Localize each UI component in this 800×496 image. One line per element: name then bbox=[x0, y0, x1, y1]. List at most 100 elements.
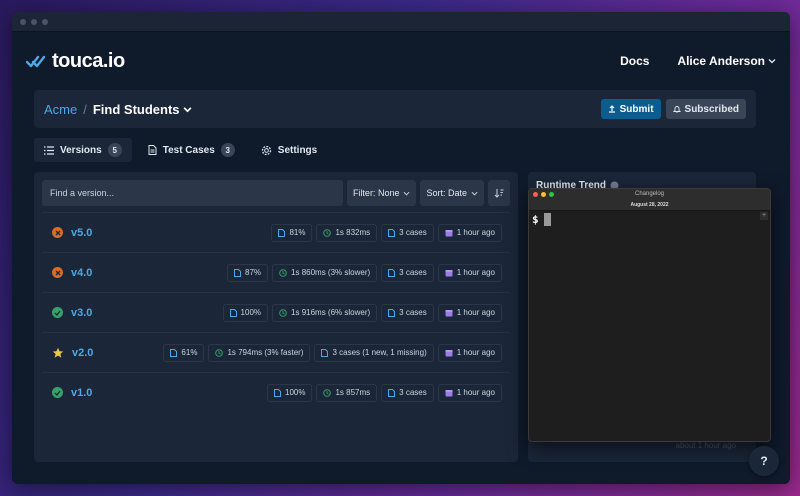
terminal-window-controls bbox=[533, 192, 554, 197]
document-icon bbox=[148, 145, 157, 155]
runtime-value: 1s 794ms (3% faster) bbox=[227, 348, 304, 357]
tab-test-cases-label: Test Cases bbox=[162, 144, 215, 156]
chevron-down-icon bbox=[183, 106, 192, 112]
version-row-left: v4.0 bbox=[52, 267, 92, 279]
version-list: v5.0 81% 1s 832ms 3 cases 1 hour ago v4.… bbox=[42, 212, 510, 412]
document-icon bbox=[388, 228, 396, 237]
version-row[interactable]: v4.0 87% 1s 860ms (3% slower) 3 cases 1 … bbox=[42, 252, 510, 292]
help-button[interactable]: ? bbox=[749, 446, 779, 476]
tab-bar: Versions 5 Test Cases 3 Settings bbox=[34, 138, 756, 162]
version-name[interactable]: v3.0 bbox=[71, 307, 92, 319]
passed-status-icon bbox=[52, 387, 63, 398]
upload-icon bbox=[608, 105, 615, 113]
version-name[interactable]: v5.0 bbox=[71, 227, 92, 239]
tab-versions[interactable]: Versions 5 bbox=[34, 138, 132, 162]
version-name[interactable]: v2.0 bbox=[72, 347, 93, 359]
bell-icon bbox=[672, 106, 681, 113]
time-value: 1 hour ago bbox=[456, 228, 495, 237]
version-row[interactable]: v1.0 100% 1s 857ms 3 cases 1 hour ago bbox=[42, 372, 510, 412]
tab-versions-label: Versions bbox=[60, 144, 102, 156]
calendar-icon bbox=[445, 349, 453, 356]
terminal-titlebar: Changelog August 28, 2022 + bbox=[529, 189, 770, 220]
versions-panel: Filter: None Sort: Date bbox=[34, 172, 518, 462]
cases-value: 3 cases bbox=[399, 308, 427, 317]
runtime-value: 1s 832ms bbox=[335, 228, 371, 237]
filter-select[interactable]: Filter: None bbox=[346, 180, 417, 206]
version-row[interactable]: v5.0 81% 1s 832ms 3 cases 1 hour ago bbox=[42, 212, 510, 252]
tab-test-cases[interactable]: Test Cases 3 bbox=[138, 138, 245, 162]
calendar-icon bbox=[445, 229, 453, 236]
star-icon bbox=[52, 347, 64, 358]
breadcrumb-suite[interactable]: Find Students bbox=[93, 102, 192, 117]
docs-link[interactable]: Docs bbox=[620, 54, 649, 68]
failed-status-icon bbox=[52, 227, 63, 238]
suite-header: Acme / Find Students Submit Subscribed bbox=[34, 90, 756, 128]
window-dot-maximize[interactable] bbox=[42, 18, 48, 25]
window-dot-close[interactable] bbox=[20, 18, 26, 25]
runtime-badge: 1s 860ms (3% slower) bbox=[272, 263, 378, 282]
terminal-body[interactable]: $ bbox=[529, 211, 770, 228]
score-value: 81% bbox=[289, 228, 306, 237]
calendar-icon bbox=[445, 389, 453, 396]
score-value: 61% bbox=[181, 348, 198, 357]
version-name[interactable]: v1.0 bbox=[71, 387, 92, 399]
cases-badge: 3 cases bbox=[381, 303, 434, 322]
breadcrumb-separator: / bbox=[83, 101, 87, 117]
terminal-maximize-button[interactable] bbox=[549, 192, 554, 197]
list-icon bbox=[44, 145, 54, 155]
chevron-down-icon bbox=[471, 191, 478, 196]
window-titlebar bbox=[12, 12, 790, 32]
calendar-icon bbox=[445, 269, 453, 276]
user-menu[interactable]: Alice Anderson bbox=[677, 54, 776, 68]
version-row-left: v2.0 bbox=[52, 347, 93, 359]
runtime-badge: 1s 794ms (3% faster) bbox=[208, 343, 311, 362]
logo[interactable]: touca.io bbox=[26, 50, 125, 73]
cases-value: 3 cases bbox=[399, 228, 427, 237]
sort-order-button[interactable] bbox=[488, 180, 510, 206]
time-value: 1 hour ago bbox=[456, 348, 495, 357]
subscribed-button[interactable]: Subscribed bbox=[665, 99, 746, 119]
version-search-input[interactable] bbox=[42, 180, 343, 206]
time-badge: 1 hour ago bbox=[437, 383, 502, 402]
failed-status-icon bbox=[52, 267, 63, 278]
new-tab-icon[interactable]: + bbox=[760, 212, 768, 220]
breadcrumb-team[interactable]: Acme bbox=[44, 102, 77, 117]
version-row[interactable]: v3.0 100% 1s 916ms (6% slower) 3 cases 1… bbox=[42, 292, 510, 332]
runtime-value: 1s 860ms (3% slower) bbox=[291, 268, 371, 277]
window-dot-minimize[interactable] bbox=[31, 18, 37, 25]
document-icon bbox=[170, 348, 178, 357]
navbar: touca.io Docs Alice Anderson bbox=[12, 32, 790, 90]
terminal-minimize-button[interactable] bbox=[541, 192, 546, 197]
time-value: 1 hour ago bbox=[456, 388, 495, 397]
terminal-title: Changelog bbox=[634, 191, 665, 197]
version-row-left: v3.0 bbox=[52, 307, 92, 319]
sort-descending-icon bbox=[494, 189, 504, 198]
time-value: 1 hour ago bbox=[456, 308, 495, 317]
document-icon bbox=[274, 388, 281, 397]
version-name[interactable]: v4.0 bbox=[71, 267, 92, 279]
time-badge: 1 hour ago bbox=[437, 303, 502, 322]
time-badge: 1 hour ago bbox=[437, 343, 502, 362]
tab-test-cases-count: 3 bbox=[220, 143, 235, 157]
breadcrumb: Acme / Find Students bbox=[44, 102, 192, 117]
version-row-left: v5.0 bbox=[52, 227, 92, 239]
time-badge: 1 hour ago bbox=[437, 263, 502, 282]
terminal-window[interactable]: Changelog August 28, 2022 + $ bbox=[528, 188, 771, 442]
tab-settings[interactable]: Settings bbox=[251, 138, 327, 162]
version-badges: 100% 1s 916ms (6% slower) 3 cases 1 hour… bbox=[222, 303, 502, 322]
document-icon bbox=[234, 268, 241, 277]
runtime-value: 1s 857ms bbox=[335, 388, 371, 397]
score-badge: 81% bbox=[271, 223, 313, 242]
passed-status-icon bbox=[52, 307, 63, 318]
document-icon bbox=[321, 348, 329, 357]
version-row[interactable]: v2.0 61% 1s 794ms (3% faster) 3 cases (1… bbox=[42, 332, 510, 372]
subscribed-label: Subscribed bbox=[684, 103, 739, 115]
terminal-prompt: $ bbox=[532, 213, 539, 226]
header-actions: Submit Subscribed bbox=[600, 99, 746, 119]
version-badges: 81% 1s 832ms 3 cases 1 hour ago bbox=[271, 223, 502, 242]
nav-right: Docs Alice Anderson bbox=[620, 54, 776, 68]
terminal-close-button[interactable] bbox=[533, 192, 538, 197]
sort-label: Sort: Date bbox=[426, 188, 467, 198]
sort-select[interactable]: Sort: Date bbox=[420, 180, 484, 206]
submit-button[interactable]: Submit bbox=[600, 99, 661, 119]
